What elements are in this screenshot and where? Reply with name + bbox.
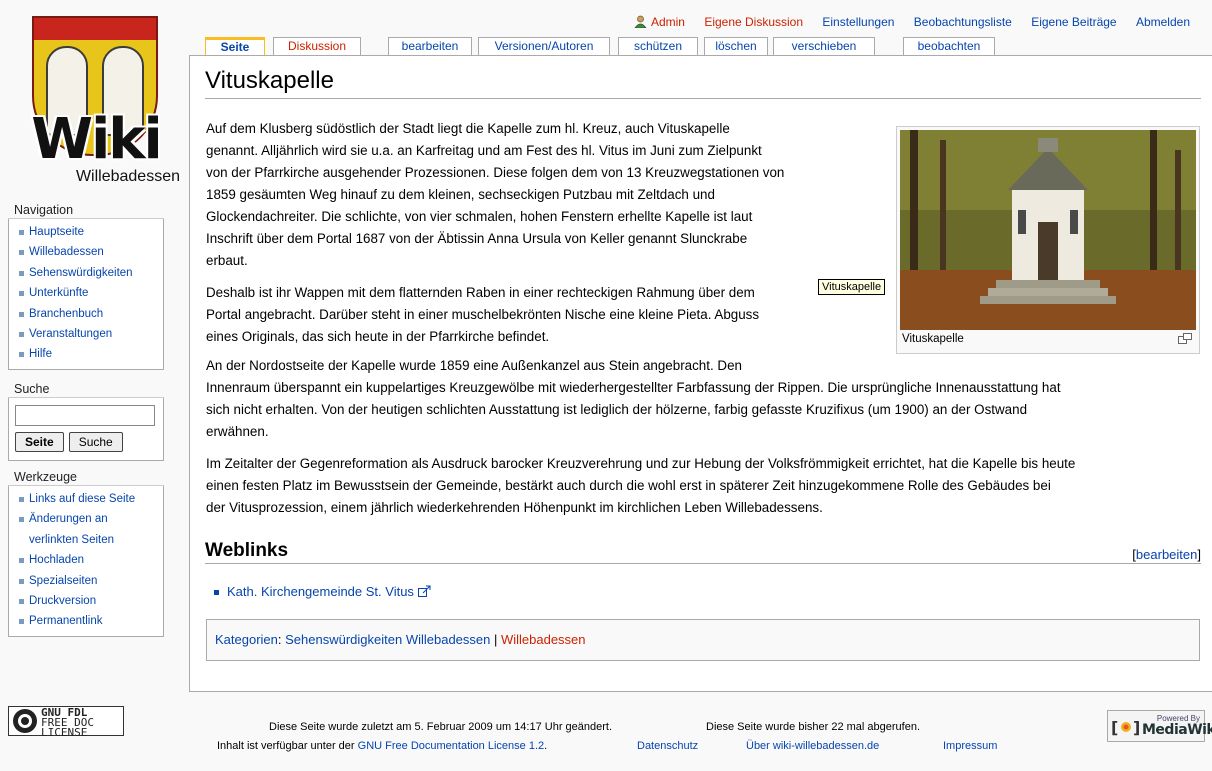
logo-subtitle: Willebadessen [75, 168, 180, 185]
about-link[interactable]: Über wiki-willebadessen.de [746, 740, 879, 752]
gnu-fdl-icon [13, 709, 37, 733]
paragraph-4: Im Zeitalter der Gegenreformation als Au… [206, 456, 1076, 515]
bullet-icon [214, 590, 219, 596]
logout-link[interactable]: Abmelden [1136, 15, 1190, 29]
sidebar-item-whatlinkshere[interactable]: Links auf diese Seite [19, 489, 157, 509]
tab-delete[interactable]: löschen [704, 37, 768, 56]
sidebar-item-permalink[interactable]: Permanentlink [19, 611, 157, 631]
tooltip: Vituskapelle [818, 279, 886, 295]
tab-protect[interactable]: schützen [618, 37, 698, 56]
user-link[interactable]: Admin [634, 15, 688, 29]
tools-heading: Werkzeuge [8, 470, 164, 486]
list-item: Kath. Kirchengemeinde St. Vitus [214, 584, 431, 599]
footer-lastmod: Diese Seite wurde zuletzt am 5. Februar … [269, 721, 613, 733]
footer-license: Inhalt ist verfügbar unter der GNU Free … [217, 740, 548, 752]
paragraph-3: An der Nordostseite der Kapelle wurde 18… [206, 358, 1061, 439]
external-link[interactable]: Kath. Kirchengemeinde St. Vitus [227, 584, 414, 599]
mediawiki-flower-icon: [ ] [1111, 718, 1140, 737]
tab-move[interactable]: verschieben [773, 37, 875, 56]
tab-watch[interactable]: beobachten [903, 37, 995, 56]
sidebar-item-hauptseite[interactable]: Hauptseite [19, 222, 157, 242]
external-link-icon [417, 585, 431, 597]
thumbnail[interactable]: Vituskapelle [896, 126, 1200, 354]
footer-viewcount: Diese Seite wurde bisher 22 mal abgerufe… [706, 721, 921, 733]
category-links: Kategorien: Sehenswürdigkeiten Willebade… [206, 619, 1200, 661]
privacy-link[interactable]: Datenschutz [637, 740, 698, 752]
sidebar-item-print[interactable]: Druckversion [19, 591, 157, 611]
category-link-new[interactable]: Willebadessen [501, 632, 586, 647]
tab-page[interactable]: Seite [205, 37, 265, 56]
sidebar-item-unterkuenfte[interactable]: Unterkünfte [19, 283, 157, 303]
gnu-fdl-badge[interactable]: GNU FDL FREE DOC LICENSE [8, 706, 124, 738]
user-name: Admin [650, 15, 685, 29]
search-heading: Suche [8, 382, 164, 398]
sidebar-item-specialpages[interactable]: Spezialseiten [19, 571, 157, 591]
svg-text:[: [ [1111, 718, 1118, 737]
search-input[interactable] [15, 405, 155, 426]
license-link[interactable]: GNU Free Documentation License 1.2 [358, 740, 544, 752]
user-icon [634, 15, 647, 28]
content-area: Vituskapelle Vituskapelle Auf dem Klusbe… [189, 55, 1212, 692]
search-go-button[interactable]: Seite [15, 432, 64, 452]
sidebar-item-branchenbuch[interactable]: Branchenbuch [19, 304, 157, 324]
chapel-photo[interactable] [900, 130, 1196, 330]
my-contributions-link[interactable]: Eigene Beiträge [1031, 15, 1116, 29]
sidebar-item-upload[interactable]: Hochladen [19, 550, 157, 570]
mediawiki-badge[interactable]: [ ] Powered By MediaWiki [1107, 710, 1212, 742]
page-title: Vituskapelle [205, 66, 1201, 99]
sidebar-item-sehenswuerdigkeiten[interactable]: Sehenswürdigkeiten [19, 263, 157, 283]
paragraph-2: Deshalb ist ihr Wappen mit dem flatternd… [206, 285, 760, 344]
sidebar-item-recentchangeslinked[interactable]: Änderungen an verlinkten Seiten [19, 509, 157, 550]
enlarge-icon[interactable] [1178, 333, 1192, 344]
search-fulltext-button[interactable]: Suche [68, 432, 123, 452]
sidebar-item-veranstaltungen[interactable]: Veranstaltungen [19, 324, 157, 344]
tab-edit[interactable]: bearbeiten [388, 37, 472, 56]
tab-discussion[interactable]: Diskussion [273, 37, 361, 56]
my-talk-link[interactable]: Eigene Diskussion [704, 15, 803, 29]
tab-history[interactable]: Versionen/Autoren [478, 37, 610, 56]
navigation-portlet: Navigation Hauptseite Willebadessen Sehe… [8, 203, 164, 370]
sidebar-item-hilfe[interactable]: Hilfe [19, 344, 157, 364]
category-link[interactable]: Sehenswürdigkeiten Willebadessen [285, 632, 490, 647]
thumb-caption: Vituskapelle [902, 333, 964, 345]
chapel-image-icon [900, 130, 1196, 330]
section-heading-weblinks: Weblinks [bearbeiten] [205, 539, 1201, 564]
mw-badge-text: MediaWiki [1142, 722, 1212, 738]
site-logo[interactable]: Wiki Willebadessen [8, 8, 184, 188]
sidebar-item-willebadessen[interactable]: Willebadessen [19, 242, 157, 262]
svg-text:]: ] [1133, 718, 1140, 737]
categories-link[interactable]: Kategorien [215, 632, 278, 647]
imprint-link[interactable]: Impressum [943, 740, 997, 752]
tools-portlet: Werkzeuge Links auf diese Seite Änderung… [8, 470, 164, 637]
paragraph-1: Auf dem Klusberg südöstlich der Stadt li… [206, 121, 785, 268]
logo-wordmark: Wiki [31, 107, 162, 172]
personal-toolbar: Admin Eigene Diskussion Einstellungen Be… [618, 15, 1190, 29]
section-edit: [bearbeiten] [1132, 547, 1201, 562]
section-edit-link[interactable]: bearbeiten [1136, 547, 1197, 562]
watchlist-link[interactable]: Beobachtungsliste [914, 15, 1012, 29]
preferences-link[interactable]: Einstellungen [822, 15, 894, 29]
footer: GNU FDL FREE DOC LICENSE Diese Seite wur… [0, 703, 1212, 771]
search-portlet: Suche Seite Suche [8, 382, 164, 461]
navigation-heading: Navigation [8, 203, 164, 219]
